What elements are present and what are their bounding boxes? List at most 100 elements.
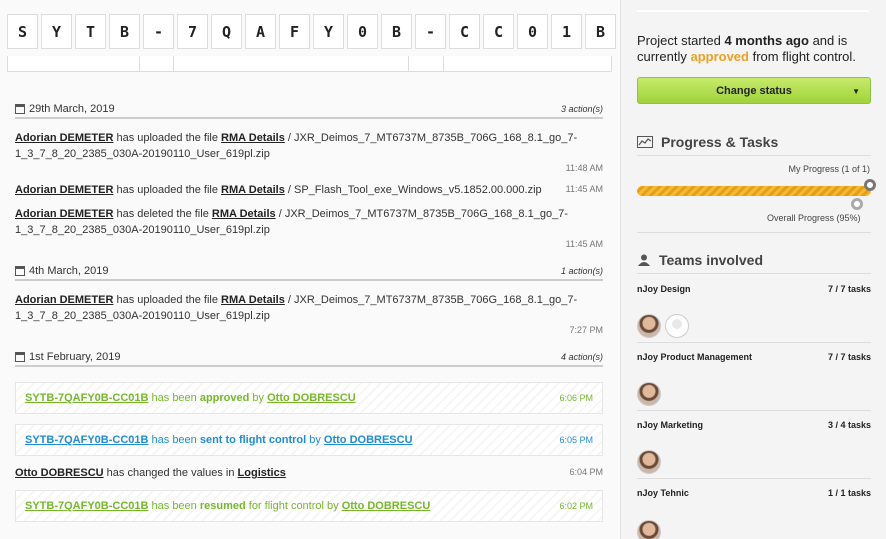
- user-link[interactable]: Otto DOBRESCU: [342, 500, 431, 512]
- action-count: 1 action(s): [560, 266, 603, 276]
- day-header: 1st February, 2019 4 action(s): [15, 349, 603, 367]
- code-char: A: [245, 14, 276, 49]
- file-section-link[interactable]: RMA Details: [221, 132, 285, 144]
- teams-title: Teams involved: [659, 252, 764, 268]
- entry-time: 11:48 AM: [565, 163, 603, 173]
- team-tasks: 7 / 7 tasks: [827, 352, 871, 362]
- code-char: Q: [211, 14, 242, 49]
- project-code-link[interactable]: SYTB-7QAFY0B-CC01B: [25, 434, 148, 446]
- team-item[interactable]: nJoy Tehnic 1 / 1 tasks: [637, 488, 871, 539]
- entry-action: has uploaded the file: [113, 184, 222, 196]
- divider: [637, 342, 871, 343]
- user-link[interactable]: Adorian DEMETER: [15, 294, 113, 306]
- chart-icon: [637, 136, 653, 148]
- activity-entry: Adorian DEMETER has uploaded the file RM…: [15, 292, 603, 324]
- team-name: nJoy Marketing: [637, 420, 704, 430]
- code-char: 7: [177, 14, 208, 49]
- project-code-link[interactable]: SYTB-7QAFY0B-CC01B: [25, 500, 148, 512]
- project-status-summary: Project started 4 months ago and is curr…: [637, 33, 877, 65]
- code-char: Y: [41, 14, 72, 49]
- avatar-placeholder[interactable]: [665, 314, 689, 338]
- user-link[interactable]: Otto DOBRESCU: [267, 392, 356, 404]
- code-char: S: [7, 14, 38, 49]
- summary-age: 4 months ago: [724, 33, 809, 48]
- code-char: F: [279, 14, 310, 49]
- project-code: S Y T B - 7 Q A F Y 0 B - C C 0 1 B: [7, 14, 619, 49]
- file-name: / JXR_Deimos_7_MT6737M_8735B_706G_168_8.…: [275, 208, 568, 220]
- divider: [637, 410, 871, 411]
- code-char: T: [75, 14, 106, 49]
- file-section-link[interactable]: RMA Details: [212, 208, 276, 220]
- entry-time: 7:27 PM: [569, 325, 603, 335]
- my-progress-marker: [864, 179, 876, 191]
- file-name-cont: 1_3_7_8_20_2385_030A-20190110_User_619pl…: [15, 310, 270, 322]
- file-name-cont: 1_3_7_8_20_2385_030A-20190110_User_619pl…: [15, 224, 270, 236]
- code-char: 0: [347, 14, 378, 49]
- activity-entry: Adorian DEMETER has uploaded the file RM…: [15, 130, 603, 162]
- team-item[interactable]: nJoy Product Management 7 / 7 tasks: [637, 352, 871, 406]
- change-status-label: Change status: [716, 84, 792, 97]
- file-name: / JXR_Deimos_7_MT6737M_8735B_706G_168_8.…: [284, 294, 578, 306]
- progress-title: Progress & Tasks: [661, 134, 779, 150]
- team-item[interactable]: nJoy Marketing 3 / 4 tasks: [637, 420, 871, 474]
- user-link[interactable]: Adorian DEMETER: [15, 132, 113, 144]
- event-status: resumed: [199, 500, 246, 512]
- event-text: has been: [148, 434, 200, 446]
- avatar[interactable]: [637, 520, 661, 539]
- code-char: -: [415, 14, 446, 49]
- avatar[interactable]: [637, 382, 661, 406]
- divider: [637, 155, 871, 156]
- divider: [637, 232, 871, 233]
- day-date: 4th March, 2019: [29, 265, 109, 277]
- avatar[interactable]: [637, 450, 661, 474]
- event-text: for flight control by: [245, 500, 342, 512]
- caret-down-icon: ▼: [852, 87, 860, 96]
- file-section-link[interactable]: RMA Details: [221, 184, 285, 196]
- calendar-icon: [15, 352, 25, 362]
- divider: [637, 273, 871, 274]
- event-text: by: [249, 392, 268, 404]
- users-icon: [638, 254, 650, 266]
- file-name: / JXR_Deimos_7_MT6737M_8735B_706G_168_8.…: [284, 132, 578, 144]
- entry-time: 6:04 PM: [569, 467, 603, 477]
- event-status: approved: [199, 392, 250, 404]
- code-char: C: [483, 14, 514, 49]
- action-count: 3 action(s): [560, 104, 603, 114]
- entry-time: 6:02 PM: [559, 501, 593, 511]
- status-event: SYTB-7QAFY0B-CC01B has been resumed for …: [15, 490, 603, 522]
- entry-time: 6:05 PM: [559, 435, 593, 445]
- team-item[interactable]: nJoy Design 7 / 7 tasks: [637, 284, 871, 338]
- user-link[interactable]: Otto DOBRESCU: [15, 467, 104, 479]
- code-table-row: [7, 56, 612, 72]
- team-name: nJoy Tehnic: [637, 488, 689, 498]
- user-link[interactable]: Adorian DEMETER: [15, 208, 113, 220]
- summary-text: Project started: [637, 33, 725, 48]
- code-char: 0: [517, 14, 548, 49]
- team-tasks: 1 / 1 tasks: [827, 488, 871, 498]
- user-link[interactable]: Otto DOBRESCU: [324, 434, 413, 446]
- code-char: B: [109, 14, 140, 49]
- activity-panel: S Y T B - 7 Q A F Y 0 B - C C 0 1 B 29th…: [0, 0, 620, 539]
- day-date: 1st February, 2019: [29, 351, 121, 363]
- team-name: nJoy Product Management: [637, 352, 753, 362]
- code-char: B: [585, 14, 616, 49]
- entry-action: has uploaded the file: [113, 294, 222, 306]
- overall-progress-marker: [851, 198, 863, 210]
- change-status-button[interactable]: Change status ▼: [637, 77, 871, 104]
- file-name: / SP_Flash_Tool_exe_Windows_v5.1852.00.0…: [284, 184, 542, 196]
- project-code-link[interactable]: SYTB-7QAFY0B-CC01B: [25, 392, 148, 404]
- activity-entry: Adorian DEMETER has uploaded the file RM…: [15, 182, 603, 198]
- entry-action: has deleted the file: [113, 208, 212, 220]
- logistics-link[interactable]: Logistics: [238, 467, 286, 479]
- progress-section-header: Progress & Tasks: [637, 133, 871, 151]
- day-date: 29th March, 2019: [29, 103, 115, 115]
- code-char: C: [449, 14, 480, 49]
- user-link[interactable]: Adorian DEMETER: [15, 184, 113, 196]
- code-char: Y: [313, 14, 344, 49]
- summary-status: approved: [690, 49, 749, 64]
- avatar[interactable]: [637, 314, 661, 338]
- event-text: by: [306, 434, 324, 446]
- entry-action: has uploaded the file: [113, 132, 222, 144]
- activity-entry: Otto DOBRESCU has changed the values in …: [15, 465, 603, 481]
- file-section-link[interactable]: RMA Details: [221, 294, 285, 306]
